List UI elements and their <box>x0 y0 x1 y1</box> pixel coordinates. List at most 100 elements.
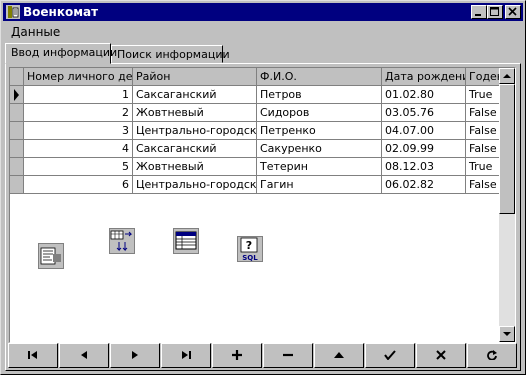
first-record-button[interactable] <box>8 343 58 368</box>
sql-label: SQL <box>242 254 258 262</box>
cell-fit[interactable]: False <box>466 122 500 140</box>
cell-district[interactable]: Центрально-городской <box>133 176 257 194</box>
scroll-down-button[interactable] <box>499 326 515 342</box>
table-row[interactable]: 1 Саксаганский Петров 01.02.80 True <box>10 86 500 104</box>
table-row[interactable]: 6 Центрально-городской Гагин 06.02.82 Fa… <box>10 176 500 194</box>
cell-full-name[interactable]: Тетерин <box>257 158 382 176</box>
tab-strip: Ввод информации Поиск информации <box>5 43 521 64</box>
cell-birth-date[interactable]: 08.12.03 <box>382 158 466 176</box>
title-bar[interactable]: Военкомат <box>3 3 523 21</box>
row-indicator <box>10 158 24 176</box>
table-row[interactable]: 3 Центрально-городской Петренко 04.07.00… <box>10 122 500 140</box>
row-indicator <box>10 140 24 158</box>
column-header[interactable]: Дата рождения <box>382 68 466 86</box>
vertical-scrollbar[interactable] <box>499 68 515 342</box>
cell-birth-date[interactable]: 06.02.82 <box>382 176 466 194</box>
close-button[interactable] <box>505 5 521 19</box>
data-grid[interactable]: Номер личного дела Район Ф.И.О. Дата рож… <box>9 67 516 343</box>
cell-district[interactable]: Саксаганский <box>133 86 257 104</box>
cell-birth-date[interactable]: 01.02.80 <box>382 86 466 104</box>
maximize-button[interactable] <box>487 5 503 19</box>
cell-full-name[interactable]: Сидоров <box>257 104 382 122</box>
scroll-up-button[interactable] <box>499 68 515 84</box>
row-indicator <box>10 86 24 104</box>
cancel-edit-button[interactable] <box>416 343 466 368</box>
cell-birth-date[interactable]: 02.09.99 <box>382 140 466 158</box>
close-icon <box>508 7 517 16</box>
cell-full-name[interactable]: Петров <box>257 86 382 104</box>
menu-bar: Данные <box>3 23 523 41</box>
cell-record-number[interactable]: 6 <box>24 176 133 194</box>
column-header[interactable]: Годен <box>466 68 500 86</box>
tab-input[interactable]: Ввод информации <box>5 43 117 64</box>
delete-record-button[interactable] <box>263 343 313 368</box>
arrow-down-icon <box>503 332 511 336</box>
cell-record-number[interactable]: 1 <box>24 86 133 104</box>
sql-query-icon[interactable]: ? SQL <box>237 236 263 262</box>
insert-record-button[interactable] <box>212 343 262 368</box>
cell-fit[interactable]: True <box>466 86 500 104</box>
column-header[interactable]: Ф.И.О. <box>257 68 382 86</box>
scroll-thumb[interactable] <box>499 84 515 214</box>
table-row[interactable]: 5 Жовтневый Тетерин 08.12.03 True <box>10 158 500 176</box>
prior-record-button[interactable] <box>59 343 109 368</box>
cell-full-name[interactable]: Гагин <box>257 176 382 194</box>
tab-input-label: Ввод информации <box>11 46 118 59</box>
post-edit-button[interactable] <box>365 343 415 368</box>
tab-search[interactable]: Поиск информации <box>111 45 230 63</box>
next-record-button[interactable] <box>110 343 160 368</box>
cell-record-number[interactable]: 5 <box>24 158 133 176</box>
next-record-icon <box>132 351 138 359</box>
current-row-icon <box>14 89 19 101</box>
minimize-button[interactable] <box>471 5 487 19</box>
grid-header: Номер личного дела Район Ф.И.О. Дата рож… <box>10 68 500 86</box>
refresh-data-button[interactable] <box>467 343 517 368</box>
svg-text:?: ? <box>246 239 252 252</box>
menu-data[interactable]: Данные <box>11 25 60 39</box>
cell-record-number[interactable]: 4 <box>24 140 133 158</box>
cell-district[interactable]: Центрально-городской <box>133 122 257 140</box>
cell-record-number[interactable]: 2 <box>24 104 133 122</box>
cell-district[interactable]: Жовтневый <box>133 104 257 122</box>
table-row[interactable]: 4 Саксаганский Сакуренко 02.09.99 False <box>10 140 500 158</box>
maximize-icon <box>490 7 499 16</box>
row-indicator <box>10 176 24 194</box>
cell-birth-date[interactable]: 03.05.76 <box>382 104 466 122</box>
delete-record-icon <box>283 353 293 357</box>
db-navigator <box>7 343 519 368</box>
cell-fit[interactable]: False <box>466 176 500 194</box>
cell-full-name[interactable]: Петренко <box>257 122 382 140</box>
prior-record-icon <box>81 351 87 359</box>
cell-fit[interactable]: False <box>466 104 500 122</box>
batchmove-icon[interactable] <box>109 228 135 254</box>
datasource-icon[interactable] <box>38 243 64 269</box>
minimize-icon <box>475 14 481 16</box>
column-header[interactable]: Номер личного дела <box>24 68 133 86</box>
row-indicator <box>10 104 24 122</box>
table-icon[interactable] <box>173 228 199 254</box>
first-record-icon <box>28 351 37 359</box>
cell-fit[interactable]: False <box>466 140 500 158</box>
app-icon <box>6 5 20 19</box>
cell-birth-date[interactable]: 04.07.00 <box>382 122 466 140</box>
cell-full-name[interactable]: Сакуренко <box>257 140 382 158</box>
cell-district[interactable]: Жовтневый <box>133 158 257 176</box>
table-row[interactable]: 2 Жовтневый Сидоров 03.05.76 False <box>10 104 500 122</box>
tab-search-label: Поиск информации <box>117 48 230 61</box>
cell-record-number[interactable]: 3 <box>24 122 133 140</box>
cancel-edit-icon <box>436 350 446 360</box>
window-title: Военкомат <box>23 5 99 19</box>
row-indicator <box>10 122 24 140</box>
last-record-button[interactable] <box>161 343 211 368</box>
insert-record-icon <box>232 350 242 360</box>
main-window: Военкомат Данные Ввод информации Поиск и… <box>0 0 526 375</box>
header-indicator <box>10 68 24 86</box>
cell-fit[interactable]: True <box>466 158 500 176</box>
refresh-data-icon <box>487 350 497 361</box>
column-header[interactable]: Район <box>133 68 257 86</box>
last-record-icon <box>182 351 191 359</box>
edit-record-button[interactable] <box>314 343 364 368</box>
arrow-up-icon <box>503 74 511 78</box>
cell-district[interactable]: Саксаганский <box>133 140 257 158</box>
post-edit-icon <box>384 350 396 361</box>
